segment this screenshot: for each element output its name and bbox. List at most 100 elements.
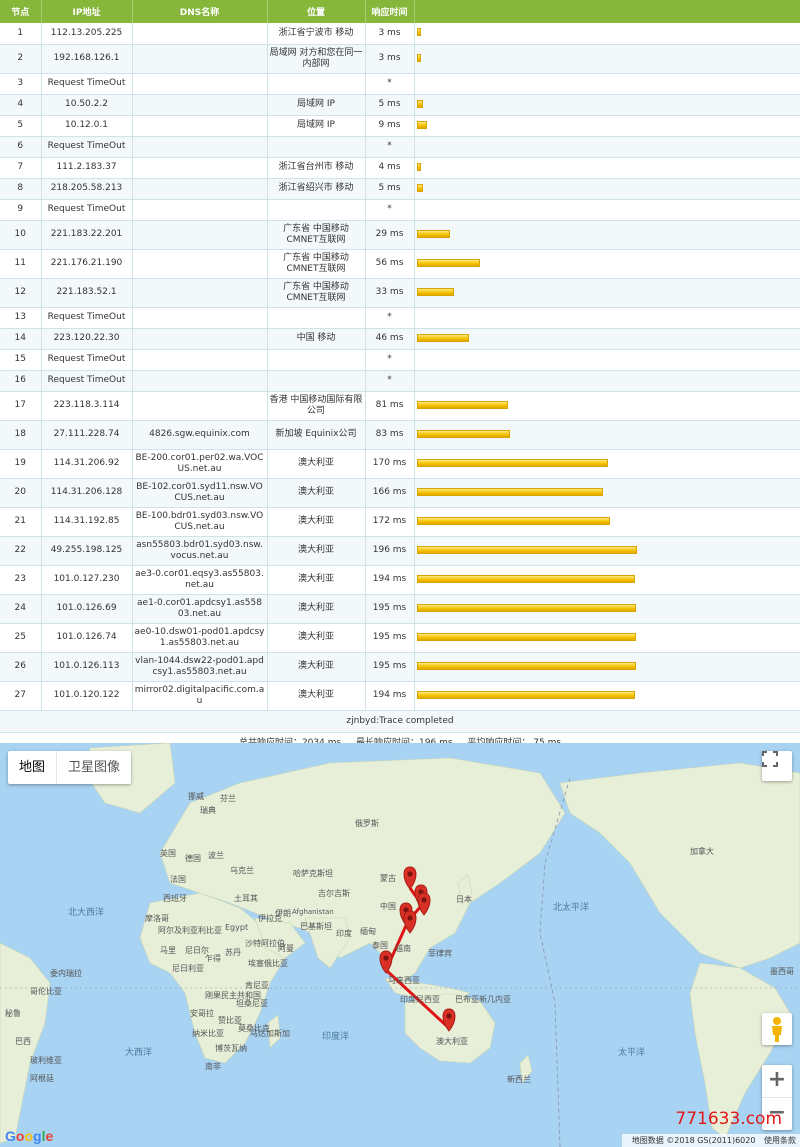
table-row: 13 Request TimeOut * <box>0 307 800 329</box>
response-time-bar <box>416 429 510 438</box>
fullscreen-button[interactable] <box>762 751 792 781</box>
country-label: 哈萨克斯坦 <box>293 869 333 878</box>
country-label: 俄罗斯 <box>355 819 379 828</box>
ocean-label: 印度洋 <box>322 1032 350 1042</box>
country-label: 澳大利亚 <box>436 1037 468 1046</box>
country-label: 缅甸 <box>360 927 376 936</box>
ip-cell: Request TimeOut <box>41 136 133 158</box>
response-bar-cell <box>414 157 800 179</box>
country-label: 挪威 <box>188 792 204 801</box>
location-cell: 澳大利亚 <box>267 536 366 566</box>
response-time-cell: 195 ms <box>365 652 415 682</box>
terms-link[interactable]: 使用条款 <box>764 1136 796 1145</box>
ip-cell: 221.183.52.1 <box>41 278 133 308</box>
country-label: 菲律宾 <box>428 949 452 958</box>
response-time-bar <box>416 400 508 409</box>
ip-cell: 27.111.228.74 <box>41 420 133 450</box>
response-bar-cell <box>414 565 800 595</box>
response-time-bar <box>416 120 427 129</box>
hop-cell: 3 <box>0 73 42 95</box>
ip-cell: Request TimeOut <box>41 73 133 95</box>
table-row: 19 114.31.206.92 BE-200.cor01.per02.wa.VOC… <box>0 449 800 479</box>
country-label: 中国 <box>380 902 396 911</box>
hop-cell: 18 <box>0 420 42 450</box>
response-time-cell: 170 ms <box>365 449 415 479</box>
response-time-bar <box>416 458 608 467</box>
response-bar-cell <box>414 249 800 279</box>
country-label: 德国 <box>185 854 201 863</box>
hop-cell: 7 <box>0 157 42 179</box>
response-time-bar <box>416 53 421 62</box>
country-label: 埃塞俄比亚 <box>248 959 288 968</box>
response-time-bar <box>416 229 450 238</box>
country-label: 加拿大 <box>690 847 714 856</box>
hop-cell: 15 <box>0 349 42 371</box>
response-bar-cell <box>414 23 800 45</box>
response-bar-cell <box>414 449 800 479</box>
country-label: 巴布亚新几内亚 <box>455 995 511 1004</box>
table-row: 8 218.205.58.213 浙江省绍兴市 移动 5 ms <box>0 178 800 200</box>
country-label: 阿曼 <box>278 944 294 953</box>
response-time-cell: * <box>365 307 415 329</box>
response-time-cell: 5 ms <box>365 178 415 200</box>
country-label: 纳米比亚 <box>192 1029 224 1038</box>
location-cell <box>267 370 366 392</box>
ip-cell: 112.13.205.225 <box>41 23 133 45</box>
hop-cell: 22 <box>0 536 42 566</box>
table-body: 1 112.13.205.225 浙江省宁波市 移动 3 ms 2 192.168.126… <box>0 23 800 711</box>
dns-cell: ae1-0.cor01.apdcsy1.as55803.net.au <box>132 594 268 624</box>
dns-cell: BE-100.bdr01.syd03.nsw.VOCUS.net.au <box>132 507 268 537</box>
table-row: 16 Request TimeOut * <box>0 370 800 392</box>
response-time-cell: * <box>365 136 415 158</box>
response-time-cell: 56 ms <box>365 249 415 279</box>
hop-cell: 20 <box>0 478 42 508</box>
table-row: 24 101.0.126.69 ae1-0.cor01.apdcsy1.as5580… <box>0 594 800 624</box>
country-label: 秘鲁 <box>5 1009 21 1018</box>
street-view-pegman-button[interactable] <box>762 1013 792 1045</box>
response-bar-cell <box>414 199 800 221</box>
dns-cell <box>132 249 268 279</box>
hop-cell: 17 <box>0 391 42 421</box>
zoom-in-button[interactable]: + <box>762 1065 792 1097</box>
ip-cell: 223.118.3.114 <box>41 391 133 421</box>
traceroute-table: 节点 IP地址 DNS名称 位置 响应时间 1 112.13.205.225 浙江省… <box>0 0 800 711</box>
route-map[interactable]: 北大西洋 北太平洋 印度洋 大西洋 太平洋 俄罗斯 哈萨克斯坦 蒙古 中国 日本… <box>0 743 800 1147</box>
dns-cell: BE-200.cor01.per02.wa.VOCUS.net.au <box>132 449 268 479</box>
trace-status: zjnbyd:Trace completed <box>0 710 800 733</box>
table-row: 6 Request TimeOut * <box>0 136 800 158</box>
tab-satellite[interactable]: 卫星图像 <box>56 751 131 784</box>
table-row: 10 221.183.22.201 广东省 中国移动CMNET互联网 29 ms <box>0 220 800 250</box>
country-label: 乍得 <box>205 954 221 963</box>
country-label: 乌克兰 <box>230 866 254 875</box>
hop-cell: 6 <box>0 136 42 158</box>
response-time-cell: 3 ms <box>365 23 415 45</box>
google-logo[interactable]: Google <box>5 1128 53 1144</box>
response-time-cell: 195 ms <box>365 594 415 624</box>
country-label: 哥伦比亚 <box>30 987 62 996</box>
ip-cell: 114.31.192.85 <box>41 507 133 537</box>
hop-cell: 27 <box>0 681 42 711</box>
country-label: 摩洛哥 <box>145 914 169 923</box>
response-bar-cell <box>414 328 800 350</box>
response-time-cell: 46 ms <box>365 328 415 350</box>
tab-map[interactable]: 地图 <box>8 751 56 784</box>
ocean-label: 大西洋 <box>125 1048 153 1058</box>
dns-cell <box>132 94 268 116</box>
country-label: 蒙古 <box>380 874 396 883</box>
dns-cell: mirror02.digitalpacific.com.au <box>132 681 268 711</box>
location-cell: 广东省 中国移动CMNET互联网 <box>267 278 366 308</box>
dns-cell: ae3-0.cor01.eqsy3.as55803.net.au <box>132 565 268 595</box>
location-cell <box>267 136 366 158</box>
ip-cell: 49.255.198.125 <box>41 536 133 566</box>
response-bar-cell <box>414 652 800 682</box>
table-row: 15 Request TimeOut * <box>0 349 800 371</box>
country-label: 利比亚 <box>198 926 222 935</box>
ip-cell: 192.168.126.1 <box>41 44 133 74</box>
country-label: 尼日利亚 <box>172 964 204 973</box>
hop-cell: 24 <box>0 594 42 624</box>
location-cell: 局域网 对方和您在同一内部网 <box>267 44 366 74</box>
country-label: 印度尼西亚 <box>400 995 440 1004</box>
location-cell: 浙江省宁波市 移动 <box>267 23 366 45</box>
country-label: 新西兰 <box>507 1075 531 1084</box>
ocean-label: 北大西洋 <box>68 908 105 918</box>
